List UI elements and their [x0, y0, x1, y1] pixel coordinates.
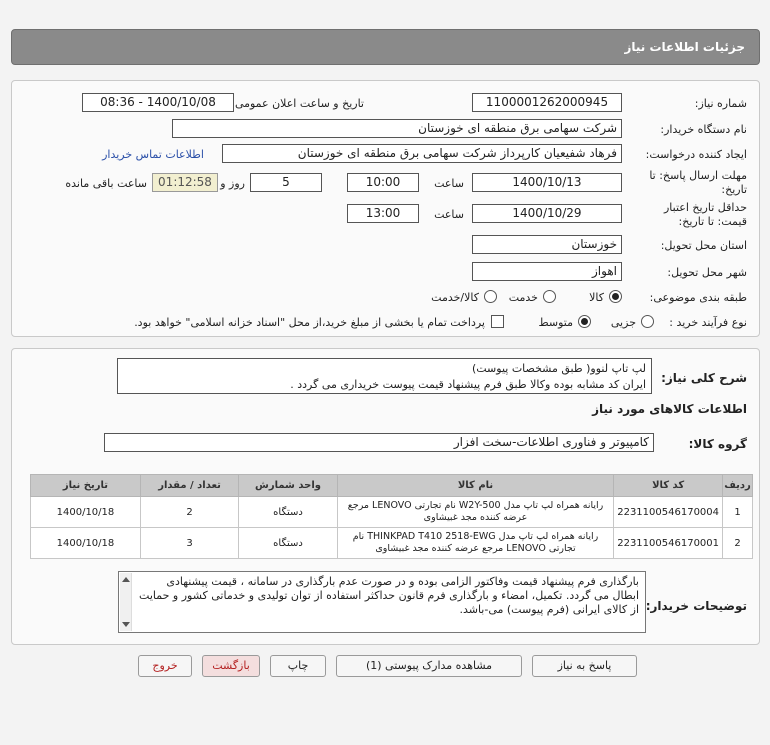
contact-buyer-link[interactable]: اطلاعات تماس خریدار — [102, 148, 204, 161]
need-details-panel: شرح کلی نیاز: لپ تاپ لنوو( طبق مشخصات پی… — [11, 348, 760, 645]
goods-section-title: اطلاعات کالاهای مورد نیاز — [592, 402, 747, 416]
table-row: 2 2231100546170001 رایانه همراه لپ تاپ م… — [30, 527, 753, 559]
process-medium-label: متوسط — [538, 316, 573, 329]
col-index: ردیف — [722, 474, 753, 497]
row-qty: 3 — [139, 527, 240, 559]
announce-label: تاریخ و ساعت اعلان عمومی: — [231, 97, 364, 110]
buyer-notes-label: توضیحات خریدار: — [645, 599, 747, 613]
category-service-label: خدمت — [508, 291, 538, 304]
days-field: 5 — [250, 173, 322, 192]
validity-time-field: 13:00 — [347, 204, 419, 223]
announce-field: 1400/10/08 - 08:36 — [82, 93, 234, 112]
row-date: 1400/10/18 — [30, 496, 141, 528]
validity-time-label: ساعت — [434, 208, 464, 221]
buyer-org-field: شرکت سهامی برق منطقه ای خوزستان — [172, 119, 622, 138]
category-both-label: کالا/خدمت — [431, 291, 479, 304]
validity-label-2: قیمت: تا تاریخ: — [678, 215, 747, 228]
treasury-payment-checkbox[interactable] — [491, 315, 504, 328]
col-date: تاریخ نیاز — [30, 474, 141, 497]
goods-group-field: کامپیوتر و فناوری اطلاعات-سخت افزار — [104, 433, 654, 452]
city-label: شهر محل تحویل: — [667, 266, 747, 279]
request-info-panel: شماره نیاز: 1100001262000945 تاریخ و ساع… — [11, 80, 760, 337]
goods-group-label: گروه کالا: — [688, 437, 747, 451]
exit-button[interactable]: خروج — [138, 655, 192, 677]
print-button[interactable]: چاپ — [270, 655, 326, 677]
process-medium-radio[interactable] — [578, 315, 591, 328]
city-field: اهواز — [472, 262, 622, 281]
summary-box: لپ تاپ لنوو( طبق مشخصات پیوست) ایران کد … — [117, 358, 652, 394]
row-name: رایانه همراه لپ تاپ مدل THINKPAD T410 25… — [336, 527, 615, 559]
row-qty: 2 — [139, 496, 240, 528]
buyer-notes-box: بارگذاری فرم پیشنهاد قیمت وفاکتور الزامی… — [118, 571, 646, 633]
province-field: خوزستان — [472, 235, 622, 254]
process-label: نوع فرآیند خرید : — [669, 316, 747, 329]
page-title: جزئیات اطلاعات نیاز — [624, 40, 745, 54]
category-goods-label: کالا — [589, 291, 604, 304]
goods-table: ردیف کد کالا نام کالا واحد شمارش تعداد /… — [30, 474, 753, 559]
row-name: رایانه همراه لپ تاپ مدل W2Y-500 نام تجار… — [336, 496, 615, 528]
validity-label-1: حداقل تاریخ اعتبار — [663, 201, 747, 214]
buyer-notes-text: بارگذاری فرم پیشنهاد قیمت وفاکتور الزامی… — [139, 575, 639, 616]
province-label: استان محل تحویل: — [660, 239, 747, 252]
summary-line-2: ایران کد مشابه بوده وکالا طبق فرم پیشنها… — [290, 378, 646, 391]
summary-label: شرح کلی نیاز: — [661, 371, 747, 385]
need-number-field: 1100001262000945 — [472, 93, 622, 112]
row-unit: دستگاه — [238, 496, 338, 528]
buyer-org-label: نام دستگاه خریدار: — [660, 123, 747, 136]
row-code: 2231100546170004 — [613, 496, 724, 528]
remaining-label: ساعت باقی مانده — [65, 177, 147, 190]
creator-field: فرهاد شفیعیان کارپرداز شرکت سهامی برق من… — [222, 144, 622, 163]
goods-table-header: ردیف کد کالا نام کالا واحد شمارش تعداد /… — [30, 474, 753, 497]
category-label: طبقه بندی موضوعی: — [649, 291, 747, 304]
category-goods-radio[interactable] — [609, 290, 622, 303]
row-index: 2 — [722, 527, 753, 559]
process-minor-label: جزیی — [610, 316, 636, 329]
deadline-time-field: 10:00 — [347, 173, 419, 192]
deadline-label-1: مهلت ارسال پاسخ: تا — [649, 169, 747, 182]
back-button[interactable]: بازگشت — [202, 655, 260, 677]
treasury-payment-note: پرداخت تمام یا بخشی از مبلغ خرید،از محل … — [134, 316, 485, 329]
row-code: 2231100546170001 — [613, 527, 724, 559]
row-unit: دستگاه — [238, 527, 338, 559]
remaining-timer: 01:12:58 — [152, 173, 218, 192]
deadline-time-label: ساعت — [434, 177, 464, 190]
category-service-radio[interactable] — [543, 290, 556, 303]
scroll-up-icon[interactable] — [122, 577, 130, 582]
need-number-label: شماره نیاز: — [694, 97, 747, 110]
deadline-date-field: 1400/10/13 — [472, 173, 622, 192]
creator-label: ایجاد کننده درخواست: — [645, 148, 747, 161]
page-title-bar: جزئیات اطلاعات نیاز — [11, 29, 760, 65]
row-index: 1 — [722, 496, 753, 528]
table-row: 1 2231100546170004 رایانه همراه لپ تاپ م… — [30, 496, 753, 528]
col-code: کد کالا — [613, 474, 724, 497]
reply-button[interactable]: پاسخ به نیاز — [532, 655, 637, 677]
notes-scrollbar[interactable] — [120, 573, 132, 631]
summary-line-1: لپ تاپ لنوو( طبق مشخصات پیوست) — [471, 362, 646, 375]
deadline-label-2: تاریخ: — [721, 183, 747, 196]
process-minor-radio[interactable] — [641, 315, 654, 328]
days-label: روز و — [220, 177, 245, 190]
validity-date-field: 1400/10/29 — [472, 204, 622, 223]
category-both-radio[interactable] — [484, 290, 497, 303]
scroll-down-icon[interactable] — [122, 622, 130, 627]
row-date: 1400/10/18 — [30, 527, 141, 559]
col-unit: واحد شمارش — [238, 474, 338, 497]
col-name: نام کالا — [336, 474, 615, 497]
attachments-button[interactable]: مشاهده مدارک پیوستی (1) — [336, 655, 522, 677]
col-qty: تعداد / مقدار — [139, 474, 240, 497]
